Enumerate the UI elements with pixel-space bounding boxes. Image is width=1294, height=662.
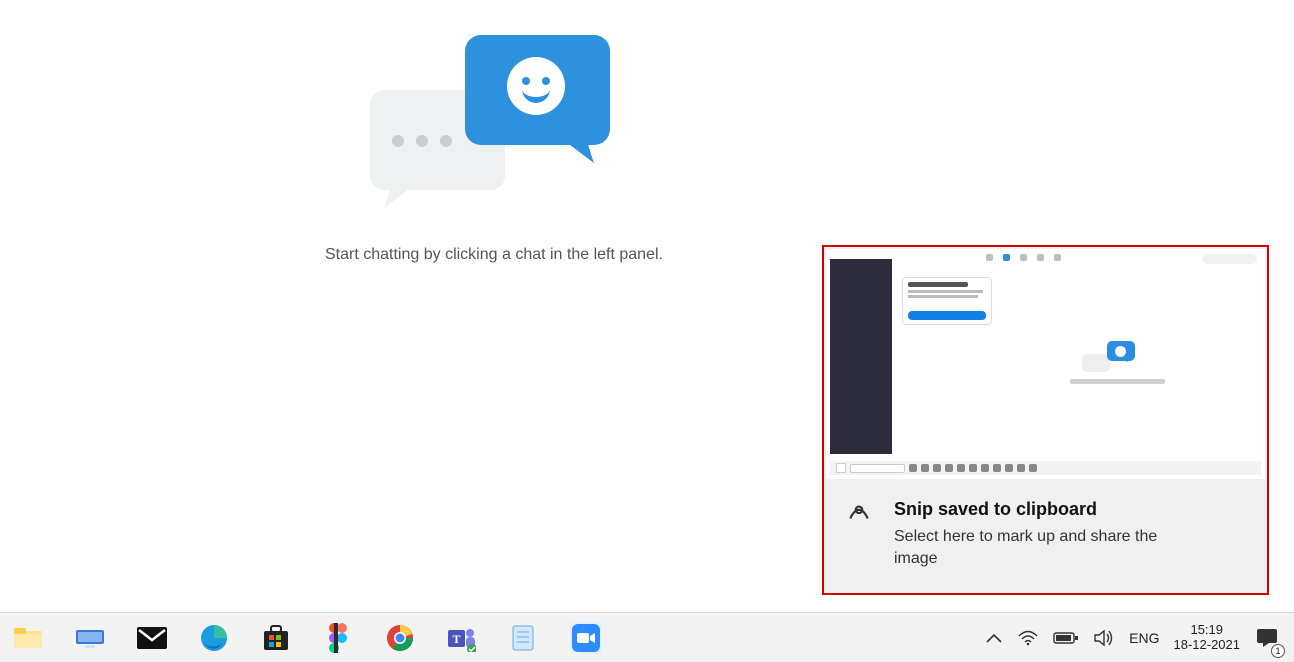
typing-dots-icon [392,135,452,147]
figma-icon[interactable] [322,622,354,654]
volume-icon[interactable] [1093,622,1115,654]
empty-state-text: Start chatting by clicking a chat in the… [325,246,663,264]
microsoft-store-icon[interactable] [260,622,292,654]
clock[interactable]: 15:19 18-12-2021 [1174,623,1241,653]
action-center-icon[interactable]: 1 [1254,622,1280,654]
battery-icon[interactable] [1053,622,1079,654]
date-text: 18-12-2021 [1174,638,1241,653]
svg-text:T: T [452,632,460,646]
teams-icon[interactable]: T [446,622,478,654]
time-text: 15:19 [1174,623,1241,638]
notification-title: Snip saved to clipboard [894,499,1194,520]
chrome-icon[interactable] [384,622,416,654]
notification-count-badge: 1 [1271,644,1285,658]
edge-browser-icon[interactable] [198,622,230,654]
notification-subtitle: Select here to mark up and share the ima… [894,526,1194,569]
snip-tool-icon [846,499,872,525]
tray-overflow-icon[interactable] [985,622,1003,654]
notification-body: Snip saved to clipboard Select here to m… [824,481,1267,593]
system-tray: ENG 15:19 18-12-2021 1 [985,613,1294,662]
zoom-icon[interactable] [570,622,602,654]
smiley-face-icon [507,57,565,115]
snip-notification[interactable]: Snip saved to clipboard Select here to m… [822,245,1269,595]
chat-illustration [370,35,600,205]
file-explorer-icon[interactable] [12,622,44,654]
mail-icon[interactable] [136,622,168,654]
wifi-icon[interactable] [1017,622,1039,654]
screen-keyboard-icon[interactable] [74,622,106,654]
speech-bubble-blue-icon [465,35,610,145]
snip-thumbnail [826,249,1265,479]
notepad-icon[interactable] [508,622,540,654]
language-indicator[interactable]: ENG [1129,630,1159,646]
windows-taskbar: T ENG 15:19 18-12-2021 1 [0,612,1294,662]
